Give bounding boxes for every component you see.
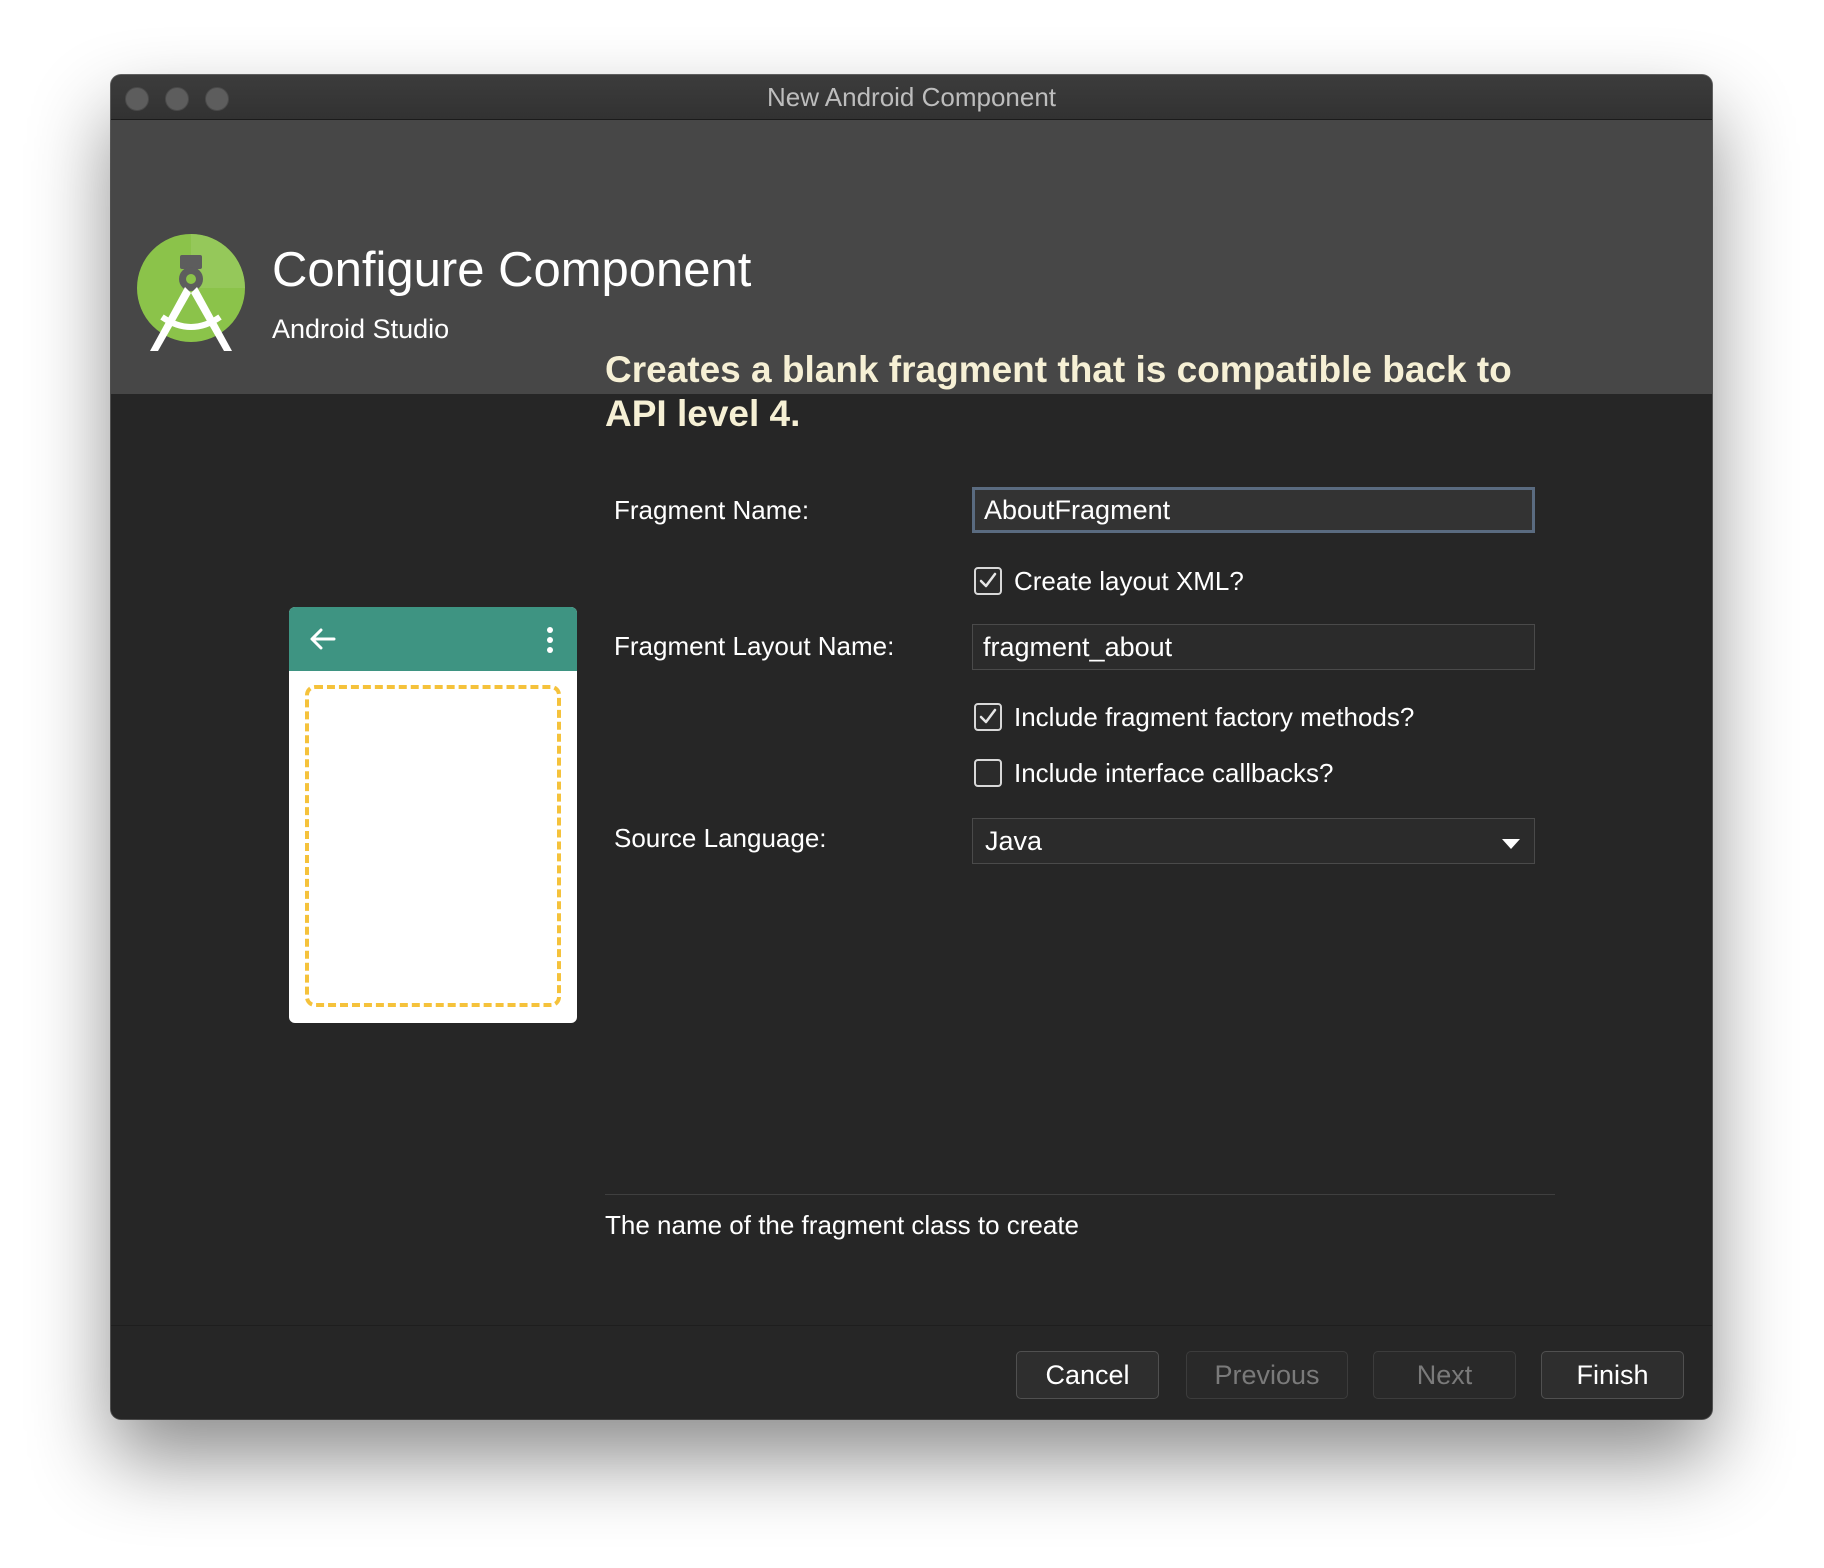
finish-button[interactable]: Finish: [1541, 1351, 1684, 1399]
fragment-name-label: Fragment Name:: [614, 495, 810, 525]
source-language-value: Java: [985, 826, 1043, 856]
fragment-name-input[interactable]: AboutFragment: [972, 487, 1535, 533]
next-button[interactable]: Next: [1373, 1351, 1516, 1399]
cancel-button[interactable]: Cancel: [1016, 1351, 1159, 1399]
page-subtitle: Android Studio: [272, 314, 450, 344]
window-title: New Android Component: [766, 82, 1057, 112]
help-divider: [605, 1194, 1555, 1195]
checkbox-box[interactable]: [974, 567, 1002, 595]
more-vertical-icon: [545, 626, 555, 659]
include-interface-callbacks-label: Include interface callbacks?: [1014, 758, 1334, 788]
fragment-preview: [289, 607, 577, 1023]
checkbox-box[interactable]: [974, 703, 1002, 731]
caret-down-icon: [1502, 836, 1520, 854]
android-studio-logo-icon: [136, 233, 254, 360]
include-factory-methods-label: Include fragment factory methods?: [1014, 702, 1415, 732]
create-layout-xml-label: Create layout XML?: [1014, 566, 1244, 596]
check-icon: [979, 708, 997, 724]
previous-button[interactable]: Previous: [1186, 1351, 1348, 1399]
source-language-dropdown[interactable]: Java: [972, 818, 1535, 864]
title-bar: New Android Component: [111, 75, 1712, 120]
arrow-left-icon: [307, 624, 337, 659]
preview-toolbar: [289, 607, 577, 671]
fragment-placeholder: [305, 685, 561, 1007]
component-description: Creates a blank fragment that is compati…: [605, 349, 1512, 434]
checkbox-box[interactable]: [974, 759, 1002, 787]
fragment-layout-name-input[interactable]: fragment_about: [972, 624, 1535, 670]
dialog-window: New Android Component Configure Componen…: [111, 75, 1712, 1419]
page-title: Configure Component: [272, 243, 752, 297]
help-text: The name of the fragment class to create: [605, 1210, 1080, 1240]
check-icon: [979, 572, 997, 588]
fragment-layout-name-label: Fragment Layout Name:: [614, 631, 895, 661]
source-language-label: Source Language:: [614, 823, 827, 853]
